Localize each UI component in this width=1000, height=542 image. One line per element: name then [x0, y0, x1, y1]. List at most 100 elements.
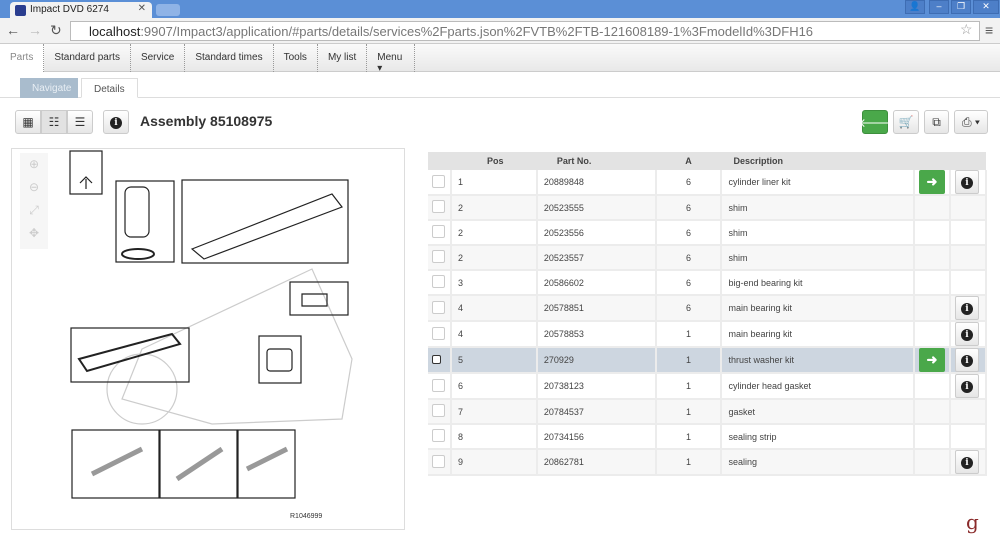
cell-a: 6	[655, 170, 723, 196]
info-icon: i	[960, 457, 973, 469]
part-info-button[interactable]: i	[954, 296, 979, 320]
table-row[interactable]: 7 20784537 1 gasket	[428, 399, 988, 425]
cell-pos: 7	[450, 399, 538, 425]
table-row[interactable]: 6 20738123 1 cylinder head gasket i	[428, 373, 988, 400]
menu-standard-parts[interactable]: Standard parts	[44, 44, 131, 72]
arrow-left-icon: 🡐	[858, 115, 892, 130]
bookmark-star-icon[interactable]: ☆	[960, 21, 973, 38]
chrome-menu-icon[interactable]: ≡	[985, 22, 993, 38]
row-checkbox[interactable]	[432, 326, 445, 340]
grid-view-button[interactable]: ▦	[15, 110, 41, 134]
part-info-button[interactable]: i	[954, 348, 979, 372]
cell-description: thrust washer kit	[721, 347, 915, 374]
cell-pos: 4	[450, 295, 538, 322]
tab-details[interactable]: Details	[81, 78, 138, 98]
table-row[interactable]: 3 20586602 6 big-end bearing kit	[428, 270, 988, 296]
cell-description: main bearing kit	[721, 295, 915, 322]
row-checkbox[interactable]	[432, 454, 445, 468]
print-icon: ⎙ ▾	[962, 114, 980, 129]
menu-tools[interactable]: Tools	[274, 44, 318, 72]
go-to-assembly-button[interactable]: ➜	[918, 170, 945, 194]
table-row[interactable]: 4 20578853 1 main bearing kit i	[428, 321, 988, 348]
part-info-button[interactable]: i	[954, 450, 979, 474]
close-window-button[interactable]: ✕	[973, 0, 999, 14]
browser-tab[interactable]: Impact DVD 6274 ✕	[10, 2, 152, 18]
info-icon: i	[960, 355, 973, 367]
cell-description: shim	[721, 220, 915, 246]
cell-a: 1	[655, 373, 723, 400]
close-tab-icon[interactable]: ✕	[138, 3, 146, 14]
row-checkbox[interactable]	[432, 250, 445, 263]
row-checkbox[interactable]	[432, 378, 445, 392]
row-checkbox[interactable]	[432, 404, 445, 417]
part-info-button[interactable]: i	[954, 170, 979, 194]
table-row[interactable]: 1 20889848 6 cylinder liner kit ➜ i	[428, 170, 988, 196]
table-row[interactable]: 9 20862781 1 sealing i	[428, 449, 988, 476]
address-bar-row: ← → ↻ localhost:9907/Impact3/application…	[0, 18, 1000, 44]
print-button[interactable]: ⎙ ▾	[954, 110, 988, 134]
row-checkbox[interactable]	[432, 429, 445, 442]
cell-description: shim	[721, 245, 915, 271]
info-icon: i	[960, 381, 973, 393]
table-row[interactable]: 2 20523555 6 shim	[428, 195, 988, 221]
table-row[interactable]: 2 20523557 6 shim	[428, 245, 988, 271]
row-checkbox[interactable]	[432, 174, 445, 188]
row-checkbox[interactable]	[432, 300, 445, 314]
main-menu: Parts Standard parts Service Standard ti…	[0, 44, 1000, 74]
cell-part-no: 20523556	[536, 220, 657, 246]
part-info-button[interactable]: i	[954, 374, 979, 398]
tab-title: Impact DVD 6274	[30, 4, 109, 15]
cell-a: 6	[655, 245, 723, 271]
reload-icon[interactable]: ↻	[50, 22, 62, 39]
exploded-diagram[interactable]: ⊕ ⊖ ⤢ ✥ R1046999	[11, 148, 405, 530]
cell-a: 1	[655, 399, 723, 425]
minimize-button[interactable]: –	[929, 0, 949, 14]
go-to-assembly-button[interactable]: ➜	[918, 348, 945, 372]
cell-part-no: 20523555	[536, 195, 657, 221]
row-checkbox[interactable]	[432, 275, 445, 288]
cell-a: 6	[655, 295, 723, 322]
menu-standard-times[interactable]: Standard times	[185, 44, 274, 72]
part-info-button[interactable]: i	[954, 322, 979, 346]
table-header: Pos Part No. A Description	[428, 152, 986, 170]
parts-table: Pos Part No. A Description 1 20889848 6 …	[428, 152, 988, 476]
copy-icon: ⧉	[932, 114, 941, 129]
menu-service[interactable]: Service	[131, 44, 186, 72]
cell-description: main bearing kit	[721, 321, 915, 348]
cell-description: shim	[721, 195, 915, 221]
table-row[interactable]: 5 270929 1 thrust washer kit ➜ i	[428, 347, 988, 374]
row-checkbox[interactable]	[432, 225, 445, 238]
menu-parts[interactable]: Parts	[0, 44, 45, 72]
menu-my-list[interactable]: My list	[318, 44, 368, 72]
menu-dropdown[interactable]: Menu ▾	[367, 44, 416, 74]
row-checkbox[interactable]	[432, 200, 445, 213]
tab-navigate[interactable]: Navigate	[20, 78, 78, 98]
table-row[interactable]: 8 20734156 1 sealing strip	[428, 424, 988, 450]
back-button[interactable]: 🡐	[858, 110, 892, 134]
cart-icon: 🛒	[898, 115, 914, 129]
list-view-button[interactable]: ☷	[41, 110, 67, 134]
cart-button[interactable]: 🛒	[893, 110, 919, 134]
cell-part-no: 20784537	[536, 399, 657, 425]
table-row[interactable]: 2 20523556 6 shim	[428, 220, 988, 246]
user-icon[interactable]: 👤	[905, 0, 925, 14]
row-checkbox[interactable]	[432, 354, 441, 364]
url-path: :9907/Impact3/application/#parts/details…	[140, 24, 814, 39]
cell-a: 1	[655, 424, 723, 450]
cell-pos: 4	[450, 321, 538, 348]
cell-a: 1	[655, 449, 723, 476]
copy-button[interactable]: ⧉	[924, 110, 949, 134]
forward-icon[interactable]: →	[28, 22, 42, 38]
col-a: A	[655, 152, 722, 170]
table-view-button[interactable]: ☰	[67, 110, 93, 134]
new-tab-button[interactable]	[156, 4, 180, 16]
back-icon[interactable]: ←	[6, 22, 20, 38]
restore-button[interactable]: ❐	[951, 0, 971, 14]
table-row[interactable]: 4 20578851 6 main bearing kit i	[428, 295, 988, 322]
info-icon: i	[960, 177, 973, 189]
cell-description: cylinder head gasket	[721, 373, 915, 400]
info-icon: i	[110, 115, 122, 129]
url-input[interactable]: localhost:9907/Impact3/application/#part…	[70, 21, 980, 41]
info-button[interactable]: i	[103, 110, 129, 134]
cell-pos: 2	[450, 245, 538, 271]
